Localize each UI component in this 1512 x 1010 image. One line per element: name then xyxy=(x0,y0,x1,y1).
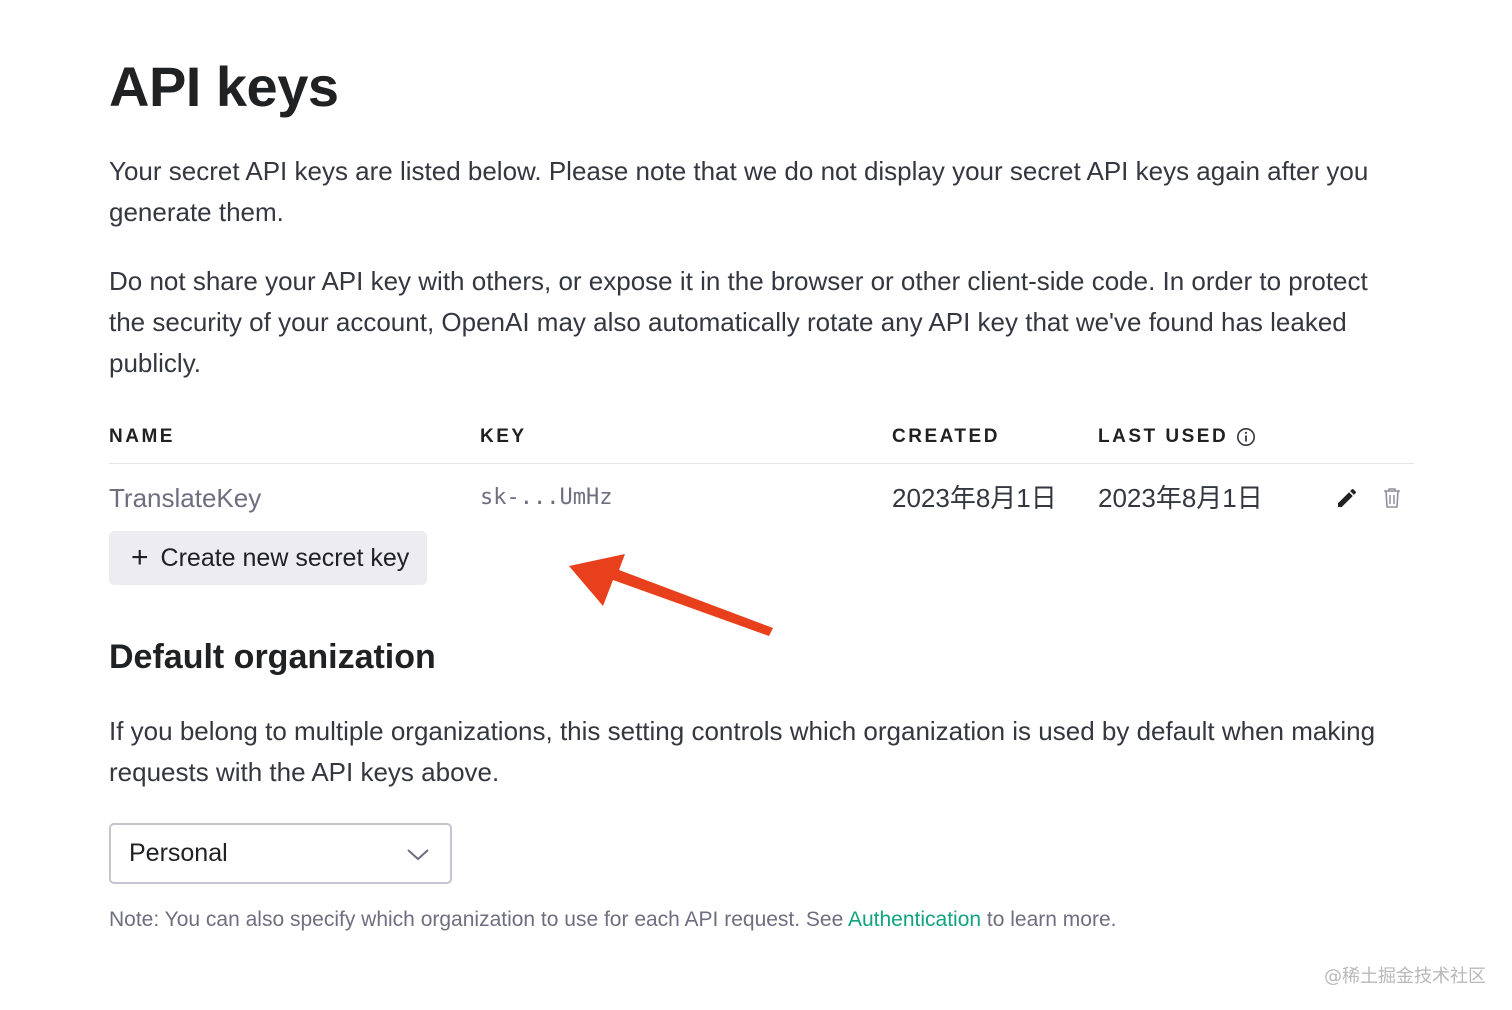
column-header-last-used-label: LAST USED xyxy=(1098,426,1229,447)
last-used-date-cell: 2023年8月1日 xyxy=(1098,483,1263,513)
create-new-secret-key-button[interactable]: + Create new secret key xyxy=(109,531,427,585)
note-text-after: to learn more. xyxy=(981,908,1117,931)
default-organization-title: Default organization xyxy=(109,638,436,676)
column-header-created: CREATED xyxy=(892,426,1000,447)
table-header-divider xyxy=(109,463,1414,464)
column-header-name: NAME xyxy=(109,426,175,447)
intro-text: Your secret API keys are listed below. P… xyxy=(109,156,1369,227)
authentication-link[interactable]: Authentication xyxy=(848,908,981,931)
plus-icon: + xyxy=(131,541,149,574)
info-icon[interactable] xyxy=(1236,427,1256,447)
column-header-last-used: LAST USED xyxy=(1098,426,1256,448)
security-warning-text: Do not share your API key with others, o… xyxy=(109,266,1368,378)
default-organization-description: If you belong to multiple organizations,… xyxy=(109,716,1376,787)
pencil-icon[interactable] xyxy=(1335,486,1359,510)
table-row: TranslateKey sk-...UmHz 2023年8月1日 2023年8… xyxy=(109,478,1414,518)
organization-select[interactable]: Personal xyxy=(109,823,452,884)
column-header-key: KEY xyxy=(480,426,527,447)
page-title: API keys xyxy=(109,55,339,118)
organization-note: Note: You can also specify which organiz… xyxy=(109,908,1116,932)
created-date-cell: 2023年8月1日 xyxy=(892,483,1057,513)
chevron-down-icon xyxy=(407,849,429,861)
key-name-cell: TranslateKey xyxy=(109,483,262,513)
key-value-cell: sk-...UmHz xyxy=(480,485,613,510)
organization-select-value: Personal xyxy=(129,839,228,867)
annotation-arrow-icon xyxy=(569,554,773,636)
note-text-before: Note: You can also specify which organiz… xyxy=(109,908,848,931)
watermark: @稀土掘金技术社区 xyxy=(1324,966,1486,987)
create-button-label: Create new secret key xyxy=(160,543,410,572)
trash-icon[interactable] xyxy=(1381,486,1403,510)
